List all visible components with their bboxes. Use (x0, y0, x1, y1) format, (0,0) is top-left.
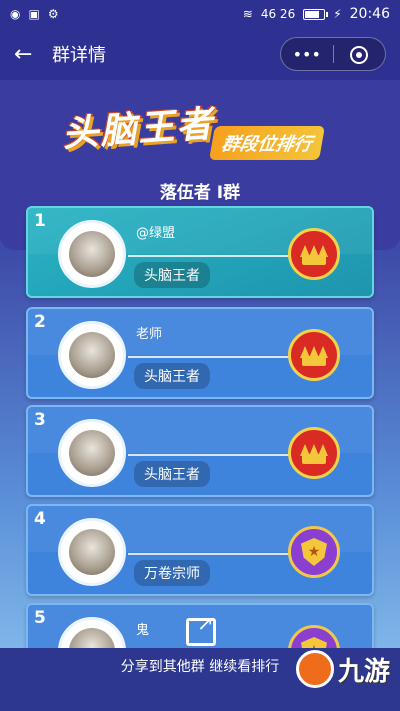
divider-line (128, 255, 304, 257)
page-title: 群详情 (52, 45, 106, 66)
status-time: 20:46 (349, 6, 390, 22)
crown-badge-icon (288, 329, 340, 381)
rank-number: 5 (34, 608, 46, 628)
rank-title: 头脑王者 (134, 363, 210, 389)
rank-card[interactable]: 1 @绿盟 头脑王者 (26, 206, 374, 298)
logo-main-text: 头脑王者 (60, 103, 216, 156)
charging-icon: ⚡ (333, 7, 342, 21)
rank-title: 头脑王者 (134, 461, 210, 487)
signal-text: 46 26 (260, 7, 296, 21)
rank-number: 2 (34, 312, 46, 332)
jiuyou-logo-icon (296, 650, 334, 688)
rank-title: 头脑王者 (134, 262, 210, 288)
mini-program-capsule: ••• (280, 37, 386, 71)
app-icon: ▣ (28, 7, 40, 21)
avatar (58, 419, 126, 487)
game-logo: 头脑王者 群段位排行 (60, 96, 352, 162)
status-bar: ◉ ▣ ⚙ ≋ 46 26 ⚡ 20:46 (0, 0, 400, 28)
wifi-icon: ≋ (242, 7, 253, 21)
target-icon (350, 45, 369, 64)
close-mini-program-button[interactable] (334, 44, 386, 64)
player-name: 老师 (136, 327, 163, 342)
rank-title: 万卷宗师 (134, 560, 210, 586)
battery-icon (303, 8, 329, 20)
group-name: 落伍者 I群 (159, 183, 241, 203)
more-button[interactable]: ••• (281, 45, 333, 64)
watermark: 九游 (296, 650, 390, 688)
rank-card[interactable]: 4 万卷宗师 ★ (26, 504, 374, 596)
crown-badge-icon (288, 228, 340, 280)
avatar (58, 321, 126, 389)
rank-number: 3 (34, 410, 46, 430)
crown-badge-icon (288, 427, 340, 479)
back-arrow-icon[interactable]: ← (14, 42, 42, 67)
nav-bar: ← 群详情 ••• (0, 28, 400, 80)
notification-icon: ◉ (10, 7, 21, 21)
avatar (58, 518, 126, 586)
avatar (58, 220, 126, 288)
rank-card[interactable]: 3 头脑王者 (26, 405, 374, 497)
rank-number: 1 (34, 211, 46, 231)
rank-number: 4 (34, 509, 46, 529)
rank-card[interactable]: 2 老师 头脑王者 (26, 307, 374, 399)
divider-line (128, 454, 304, 456)
player-name: 鬼 (136, 623, 150, 638)
shield-badge-icon: ★ (288, 526, 340, 578)
logo-sub-text: 群段位排行 (209, 126, 325, 160)
watermark-text: 九游 (338, 656, 391, 687)
player-name: @绿盟 (136, 226, 176, 241)
share-icon[interactable] (186, 611, 216, 646)
settings-icon: ⚙ (47, 7, 59, 21)
divider-line (128, 553, 304, 555)
divider-line (128, 356, 304, 358)
